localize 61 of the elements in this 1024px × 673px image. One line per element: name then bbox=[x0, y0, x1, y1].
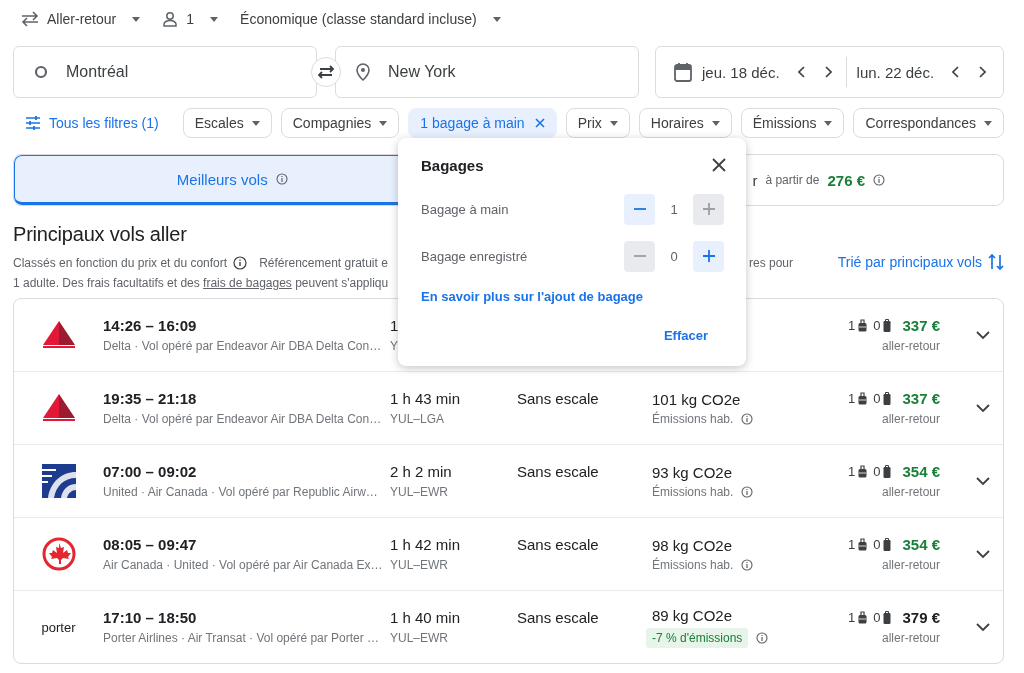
emissions-value: 93 kg CO2e bbox=[652, 463, 734, 481]
baggage-label: Bagage enregistré bbox=[421, 248, 529, 264]
flight-times: 19:35 – 21:18 bbox=[103, 390, 198, 407]
checked-bag-count: 0 bbox=[873, 391, 881, 406]
baggage-count: 0 bbox=[669, 248, 679, 264]
carry-on-count: 1 bbox=[848, 464, 856, 479]
stops-text: Sans escale bbox=[517, 608, 600, 626]
emissions-badge: -7 % d'émissions bbox=[646, 627, 749, 648]
price-note: aller-retour bbox=[881, 485, 940, 499]
airline-names: Air Canada · United · Vol opéré par Air Canada Ex… bbox=[103, 558, 384, 572]
notice-text: Classés en fonction du prix et du confort bbox=[13, 255, 228, 272]
checked-bag-count: 0 bbox=[873, 318, 881, 333]
flight-duration: 1 h 40 min bbox=[390, 609, 462, 626]
checked-bag-count: 0 bbox=[873, 537, 881, 552]
price-text: 337 € bbox=[902, 317, 940, 334]
emissions-value: 101 kg CO2e bbox=[652, 390, 742, 408]
route-codes: YUL–EWR bbox=[390, 558, 449, 572]
flight-duration: 1 h 42 min bbox=[390, 536, 462, 553]
airline-names: Porter Airlines · Air Transat · Vol opéré par Porter … bbox=[103, 631, 381, 645]
section-title: Principaux vols aller bbox=[13, 223, 188, 247]
stops-text: Sans escale bbox=[517, 389, 600, 407]
flight-times: 14:26 – 16:09 bbox=[103, 317, 198, 334]
flight-duration: 1 h 43 min bbox=[390, 390, 462, 407]
route-codes: YUL–EWR bbox=[390, 631, 449, 645]
emissions-label: Émissions hab. bbox=[652, 484, 734, 499]
stops-text: Sans escale bbox=[517, 535, 600, 553]
notice-text: 1 adulte. Des frais facultatifs et des frais de bagages peuvent s'appliqu bbox=[13, 275, 390, 292]
price-note: aller-retour bbox=[881, 339, 940, 353]
checked-bag-count: 0 bbox=[873, 610, 881, 625]
flight-duration: 1 bbox=[390, 317, 400, 334]
price-text: 337 € bbox=[902, 390, 940, 407]
price-text: 354 € bbox=[902, 536, 940, 553]
notice-text: res pour bbox=[748, 255, 793, 272]
emissions-value: 89 kg CO2e bbox=[652, 606, 734, 624]
emissions-label: Émissions hab. bbox=[652, 411, 734, 426]
route-codes: Y bbox=[390, 339, 399, 353]
airline-names: Delta · Vol opéré par Endeavor Air DBA Delta Con… bbox=[103, 339, 383, 353]
price-note: aller-retour bbox=[881, 558, 940, 572]
carry-on-count: 1 bbox=[848, 391, 856, 406]
price-note: aller-retour bbox=[881, 412, 940, 426]
airline-wordmark: porter bbox=[41, 619, 76, 635]
route-codes: YUL–LGA bbox=[390, 412, 446, 426]
baggage-count: 1 bbox=[669, 201, 679, 217]
checked-bag-count: 0 bbox=[873, 464, 881, 479]
price-note: aller-retour bbox=[881, 631, 940, 645]
emissions-label: Émissions hab. bbox=[652, 557, 734, 572]
flight-times: 07:00 – 09:02 bbox=[103, 463, 198, 480]
airline-names: Delta · Vol opéré par Endeavor Air DBA Delta Con… bbox=[103, 412, 383, 426]
flight-times: 08:05 – 09:47 bbox=[103, 536, 198, 553]
price-text: 354 € bbox=[902, 463, 940, 480]
stops-text: Sans escale bbox=[517, 462, 600, 480]
price-text: 379 € bbox=[902, 609, 940, 626]
emissions-value: 98 kg CO2e bbox=[652, 536, 734, 554]
carry-on-count: 1 bbox=[848, 318, 856, 333]
flight-duration: 2 h 2 min bbox=[390, 463, 453, 480]
carry-on-count: 1 bbox=[848, 610, 856, 625]
airline-names: United · Air Canada · Vol opéré par Republic Airw… bbox=[103, 485, 379, 499]
route-codes: YUL–EWR bbox=[390, 485, 449, 499]
carry-on-count: 1 bbox=[848, 537, 856, 552]
notice-text: Référencement gratuit e bbox=[259, 255, 388, 272]
flight-times: 17:10 – 18:50 bbox=[103, 609, 198, 626]
